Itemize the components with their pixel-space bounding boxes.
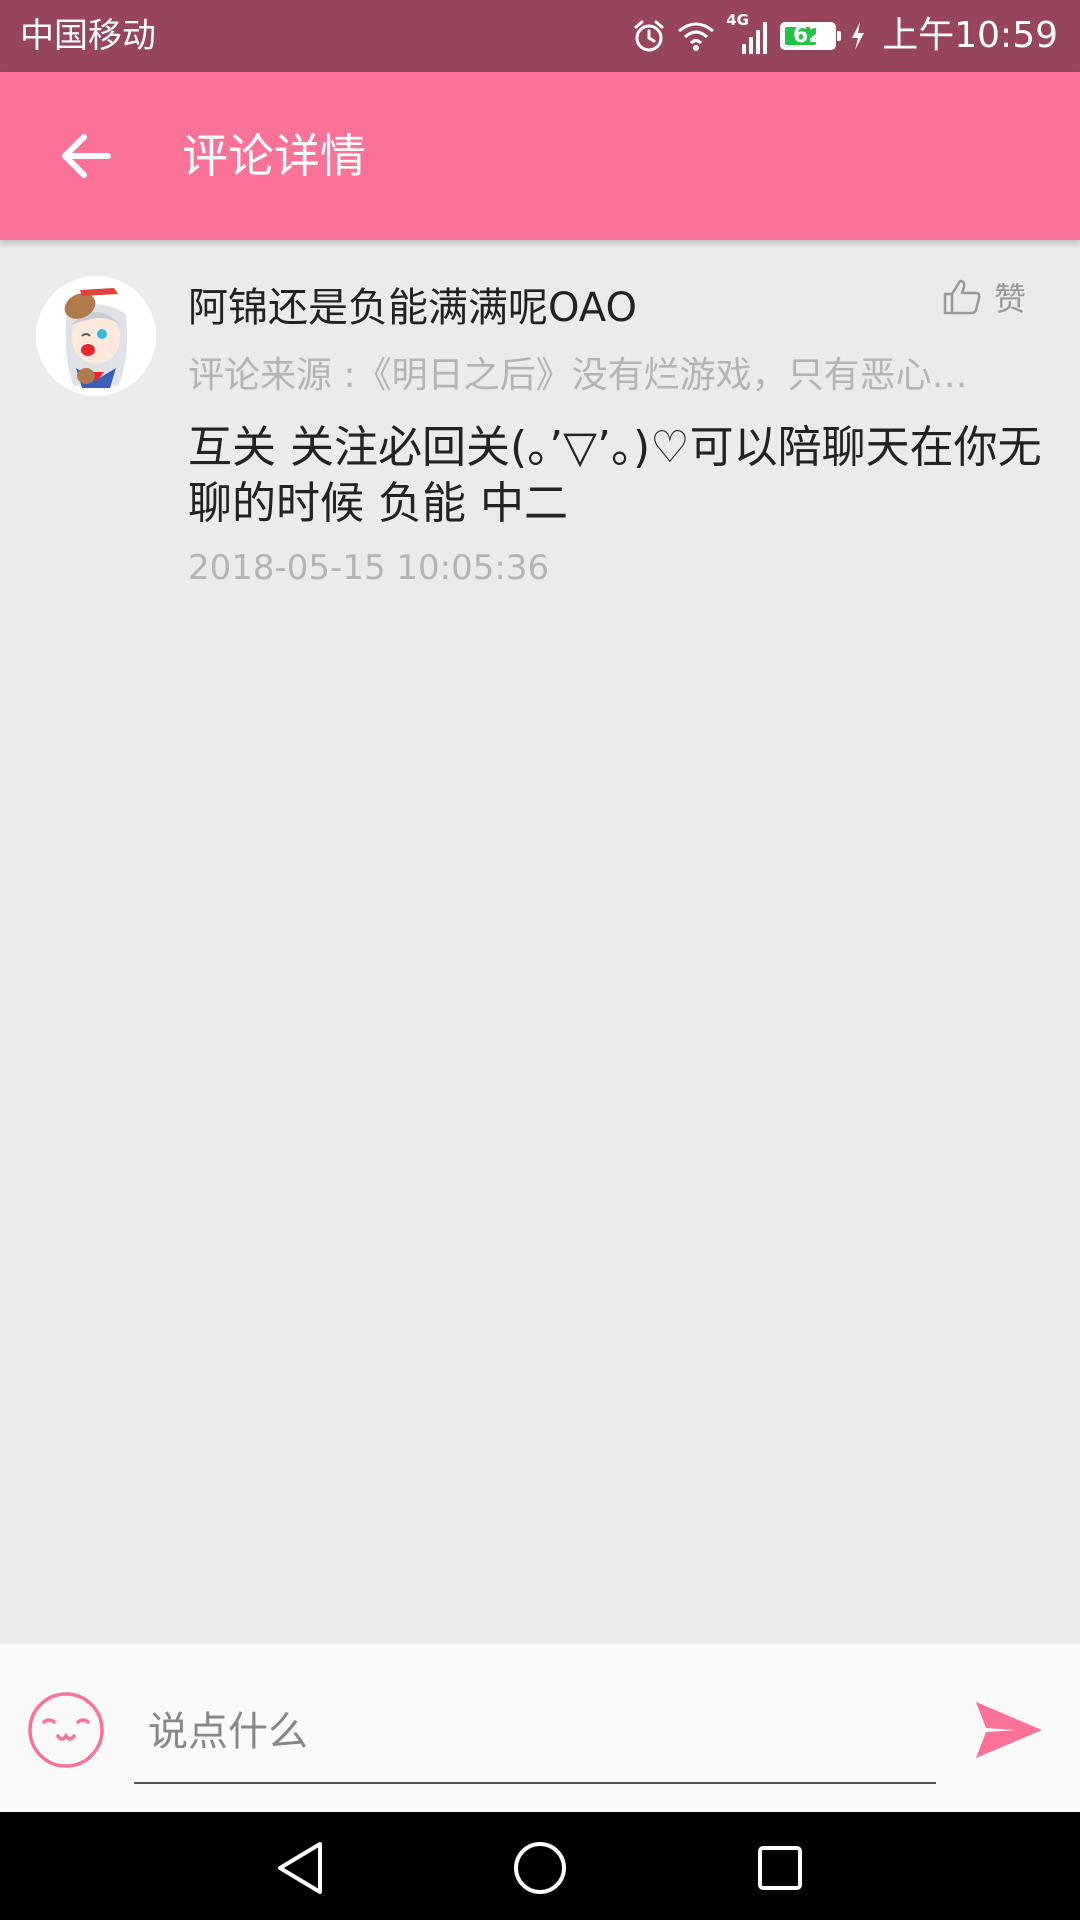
charging-icon bbox=[852, 22, 865, 50]
cellular-signal: 4G bbox=[726, 12, 770, 56]
comment-timestamp: 2018-05-15 10:05:36 bbox=[188, 548, 550, 588]
signal-icon bbox=[742, 22, 768, 54]
like-label: 赞 bbox=[993, 280, 1026, 318]
comment-input-wrapper bbox=[134, 1682, 936, 1784]
emoji-button[interactable] bbox=[26, 1690, 106, 1770]
carrier-name: 中国移动 bbox=[20, 16, 156, 56]
avatar[interactable] bbox=[36, 276, 156, 396]
system-navigation-bar bbox=[0, 1812, 1080, 1920]
comment-input[interactable] bbox=[134, 1682, 936, 1782]
nav-recents-button[interactable] bbox=[750, 1838, 810, 1898]
send-button[interactable] bbox=[972, 1698, 1044, 1762]
battery-level: 62 bbox=[792, 23, 824, 48]
comment-content: 互关 关注必回关(。’▽’。)♡可以陪聊天在你无聊的时候 负能 中二 bbox=[188, 422, 1042, 529]
circle-home-icon bbox=[514, 1842, 566, 1894]
arrow-left-icon bbox=[62, 134, 111, 178]
nav-home-button[interactable] bbox=[510, 1838, 570, 1898]
status-time: 上午10:59 bbox=[882, 15, 1058, 56]
app-bar: 评论详情 bbox=[0, 72, 1080, 240]
comment-username[interactable]: 阿锦还是负能满满呢OAO bbox=[188, 280, 637, 336]
wifi-icon bbox=[678, 22, 715, 51]
alarm-icon bbox=[634, 20, 664, 52]
avatar-image bbox=[36, 276, 156, 396]
thumbs-up-icon bbox=[943, 279, 981, 315]
triangle-back-icon bbox=[278, 1842, 322, 1894]
comment-source[interactable]: 评论来源 :《明日之后》没有烂游戏，只有恶心… bbox=[188, 352, 1018, 400]
square-recents-icon bbox=[758, 1846, 802, 1890]
status-bar: 中国移动 4G 62 上午10:59 bbox=[0, 0, 1080, 72]
nav-back-button[interactable] bbox=[270, 1838, 330, 1898]
emoji-face-icon bbox=[28, 1692, 104, 1768]
comment-item: 阿锦还是负能满满呢OAO 赞 评论来源 :《明日之后》没有烂游戏，只有恶心… 互… bbox=[0, 240, 1080, 600]
battery-icon: 62 bbox=[780, 22, 842, 50]
like-button[interactable]: 赞 bbox=[942, 274, 1026, 320]
comment-input-bar bbox=[0, 1644, 1080, 1812]
page-title: 评论详情 bbox=[182, 129, 366, 183]
status-icons: 4G 62 上午10:59 bbox=[632, 12, 1058, 60]
send-icon bbox=[976, 1702, 1042, 1758]
back-button[interactable] bbox=[52, 122, 120, 190]
